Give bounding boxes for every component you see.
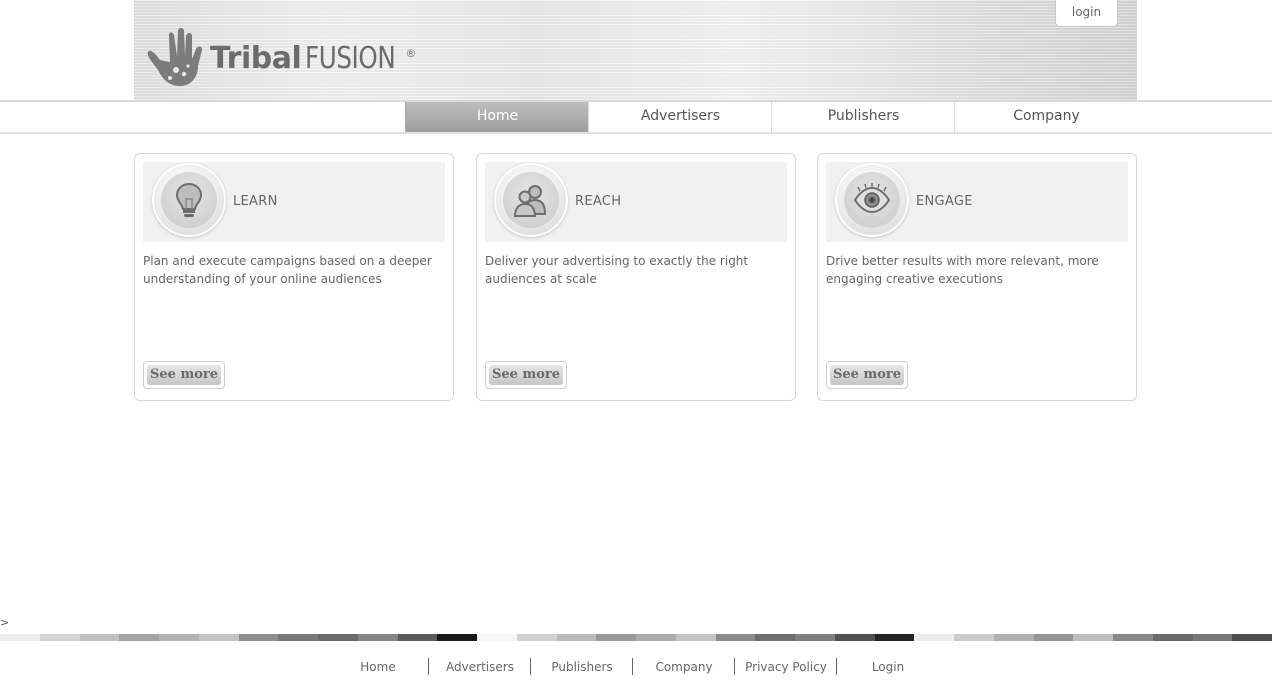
stripe-segment (198, 634, 239, 641)
footer-link-advertisers[interactable]: Advertisers (440, 658, 520, 676)
card-header: LEARN (143, 162, 445, 242)
card-icon-badge (837, 165, 907, 235)
decorative-stripe (0, 634, 1272, 641)
see-more-label: See more (147, 365, 221, 385)
stray-text: > (0, 616, 10, 629)
card-title: ENGAGE (916, 194, 973, 209)
eye-icon (853, 183, 891, 214)
footer-separator (836, 658, 837, 675)
see-more-button[interactable]: See more (143, 361, 225, 389)
nav-company[interactable]: Company (954, 102, 1138, 132)
main-nav: Home Advertisers Publishers Company (0, 100, 1272, 134)
card-description: Drive better results with more relevant,… (826, 254, 1099, 286)
footer-separator (530, 658, 531, 675)
footer-link-privacy-policy[interactable]: Privacy Policy (740, 658, 832, 676)
card-icon-badge (154, 165, 224, 235)
stripe-segment (119, 634, 159, 641)
stripe-segment (1033, 634, 1074, 641)
stripe-segment (397, 634, 438, 641)
nav-home[interactable]: Home (405, 102, 589, 132)
footer-separator (428, 658, 429, 675)
logo-word-tribal: Tribal (210, 40, 302, 76)
logo-wordmark: Tribal FUSION ® (210, 41, 416, 76)
footer-separator (734, 658, 735, 675)
stripe-segment (238, 634, 279, 641)
login-button[interactable]: login (1055, 0, 1118, 27)
stripe-segment (755, 634, 795, 641)
lightbulb-icon (175, 182, 203, 217)
card-title: REACH (575, 194, 622, 209)
card-reach: REACH Deliver your advertising to exactl… (476, 153, 796, 401)
stripe-segment (834, 634, 875, 641)
card-header: REACH (485, 162, 787, 242)
stripe-segment (993, 634, 1034, 641)
footer-link-publishers[interactable]: Publishers (542, 658, 622, 676)
footer-links: Home Advertisers Publishers Company Priv… (0, 658, 1272, 676)
see-more-button[interactable]: See more (826, 361, 908, 389)
stripe-segment (516, 634, 557, 641)
tribal-fusion-logo[interactable]: Tribal FUSION ® (146, 26, 416, 88)
stripe-segment (318, 634, 358, 641)
logo-word-fusion: FUSION (305, 40, 396, 76)
see-more-label: See more (489, 365, 563, 385)
stripe-segment (79, 634, 120, 641)
stripe-segment (437, 634, 477, 641)
footer-separator (632, 658, 633, 675)
footer-link-company[interactable]: Company (644, 658, 724, 676)
stripe-segment (954, 634, 994, 641)
card-header: ENGAGE (826, 162, 1128, 242)
footer-link-home[interactable]: Home (340, 658, 416, 676)
stripe-segment (39, 634, 80, 641)
card-description: Deliver your advertising to exactly the … (485, 254, 749, 286)
stripe-segment (596, 634, 636, 641)
stripe-segment (914, 634, 954, 641)
stripe-segment (159, 634, 199, 641)
nav-publishers[interactable]: Publishers (771, 102, 955, 132)
card-engage: ENGAGE Drive better results with more re… (817, 153, 1137, 401)
stripe-segment (1232, 634, 1272, 641)
see-more-button[interactable]: See more (485, 361, 567, 389)
stripe-segment (715, 634, 756, 641)
stripe-segment (556, 634, 597, 641)
see-more-label: See more (830, 365, 904, 385)
stripe-segment (795, 634, 835, 641)
stripe-segment (1192, 634, 1233, 641)
stripe-segment (278, 634, 318, 641)
stripe-segment (477, 634, 517, 641)
stripe-segment (1152, 634, 1193, 641)
card-title: LEARN (233, 194, 278, 209)
card-icon-badge (496, 165, 566, 235)
stripe-segment (874, 634, 915, 641)
stripe-segment (675, 634, 716, 641)
stripe-segment (1113, 634, 1153, 641)
stripe-segment (357, 634, 398, 641)
card-description: Plan and execute campaigns based on a de… (143, 254, 432, 286)
people-icon (513, 185, 547, 217)
footer-link-login[interactable]: Login (848, 658, 928, 676)
stripe-segment (636, 634, 676, 641)
card-learn: LEARN Plan and execute campaigns based o… (134, 153, 454, 401)
stripe-segment (1073, 634, 1113, 641)
registered-mark: ® (405, 46, 416, 60)
hand-logo-icon (147, 28, 203, 86)
nav-advertisers[interactable]: Advertisers (588, 102, 772, 132)
stripe-segment (0, 634, 40, 641)
